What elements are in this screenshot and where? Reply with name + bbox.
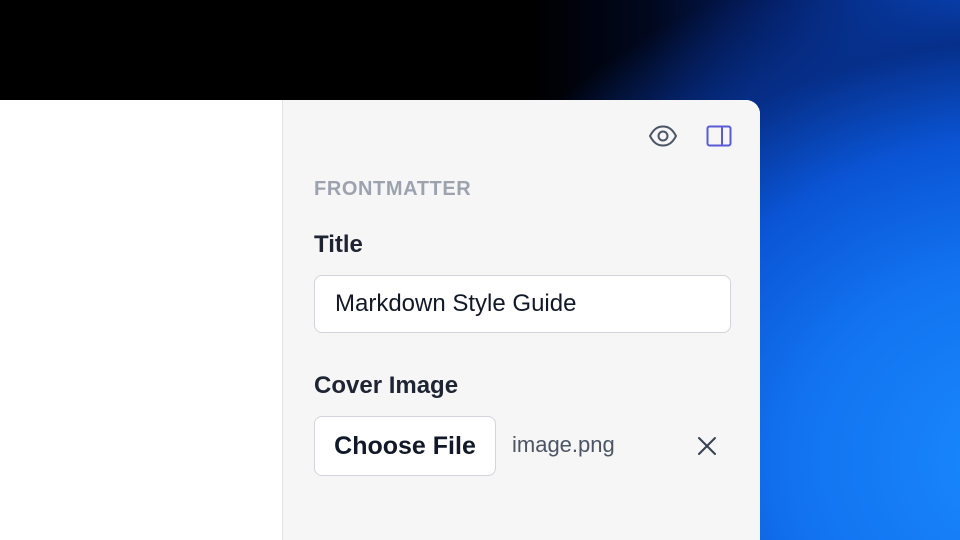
app-window: FRONTMATTER Title Cover Image Choose Fil… [0,100,760,540]
sidebar-panel-icon [706,125,732,147]
title-input[interactable] [314,275,731,333]
frontmatter-panel: FRONTMATTER Title Cover Image Choose Fil… [282,100,760,540]
selected-file-name: image.png [512,432,615,457]
section-heading: FRONTMATTER [314,178,472,200]
choose-file-button[interactable]: Choose File [314,416,496,476]
toggle-sidebar-button[interactable] [702,122,736,150]
clear-file-button[interactable] [691,430,723,462]
title-label: Title [314,231,363,258]
editor-area[interactable] [0,100,282,540]
preview-button[interactable] [646,122,680,150]
panel-toolbar [646,122,736,150]
cover-image-label: Cover Image [314,372,459,399]
cover-image-field: Choose File image.png [314,416,731,476]
close-icon [698,437,716,455]
eye-icon [649,125,677,147]
